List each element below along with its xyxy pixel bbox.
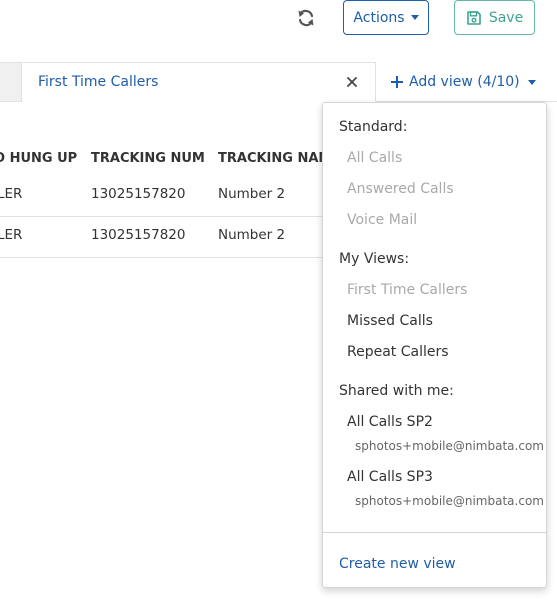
shared-owner-email: sphotos+mobile@nimbata.com xyxy=(355,494,544,508)
caret-down-icon xyxy=(527,79,536,85)
table-cell: Number 2 xyxy=(218,186,286,202)
actions-label: Actions xyxy=(353,9,405,26)
save-button[interactable]: Save xyxy=(454,0,535,35)
create-new-view-link[interactable]: Create new view xyxy=(339,556,456,572)
column-header[interactable]: TRACKING NUM xyxy=(91,151,205,166)
add-view-label: Add view (4/10) xyxy=(409,74,520,90)
refresh-button[interactable] xyxy=(292,4,320,32)
views-dropdown-menu: Standard: All Calls Answered Calls Voice… xyxy=(322,102,547,588)
table-cell: Number 2 xyxy=(218,227,286,243)
tab-label: First Time Callers xyxy=(38,74,159,90)
table-row[interactable]: LER 13025157820 Number 2 xyxy=(0,217,322,258)
save-icon xyxy=(467,10,481,25)
previous-tab[interactable] xyxy=(0,62,21,102)
menu-item-answered-calls: Answered Calls xyxy=(347,181,454,197)
menu-item-missed-calls[interactable]: Missed Calls xyxy=(347,313,433,329)
save-label: Save xyxy=(488,9,524,26)
menu-item-all-calls: All Calls xyxy=(347,150,403,166)
caret-down-icon xyxy=(410,15,419,20)
refresh-icon xyxy=(298,9,314,27)
column-header[interactable]: O HUNG UP xyxy=(0,151,77,166)
close-icon[interactable] xyxy=(342,72,362,92)
add-view-button[interactable]: Add view (4/10) xyxy=(391,72,536,92)
actions-button[interactable]: Actions xyxy=(343,0,429,35)
my-views-header: My Views: xyxy=(339,251,410,267)
shared-owner-email: sphotos+mobile@nimbata.com xyxy=(355,439,544,453)
plus-icon xyxy=(391,76,403,88)
table-cell: LER xyxy=(0,227,23,243)
menu-item-all-calls-sp3[interactable]: All Calls SP3 xyxy=(347,469,433,485)
menu-item-all-calls-sp2[interactable]: All Calls SP2 xyxy=(347,414,433,430)
column-header[interactable]: TRACKING NAM xyxy=(218,151,322,166)
table-cell: LER xyxy=(0,186,23,202)
menu-item-first-time-callers: First Time Callers xyxy=(347,282,468,298)
menu-divider xyxy=(323,532,546,533)
shared-header: Shared with me: xyxy=(339,383,454,399)
calls-table: O HUNG UP TRACKING NUM TRACKING NAM LER … xyxy=(0,140,322,270)
menu-item-repeat-callers[interactable]: Repeat Callers xyxy=(347,344,449,360)
table-cell: 13025157820 xyxy=(91,186,186,202)
menu-item-voice-mail: Voice Mail xyxy=(347,212,418,228)
page: Actions Save First Time Callers Add view… xyxy=(0,0,557,614)
table-cell: 13025157820 xyxy=(91,227,186,243)
standard-header: Standard: xyxy=(339,119,408,135)
tab-first-time-callers[interactable]: First Time Callers xyxy=(21,62,376,102)
table-row[interactable]: LER 13025157820 Number 2 xyxy=(0,176,322,217)
